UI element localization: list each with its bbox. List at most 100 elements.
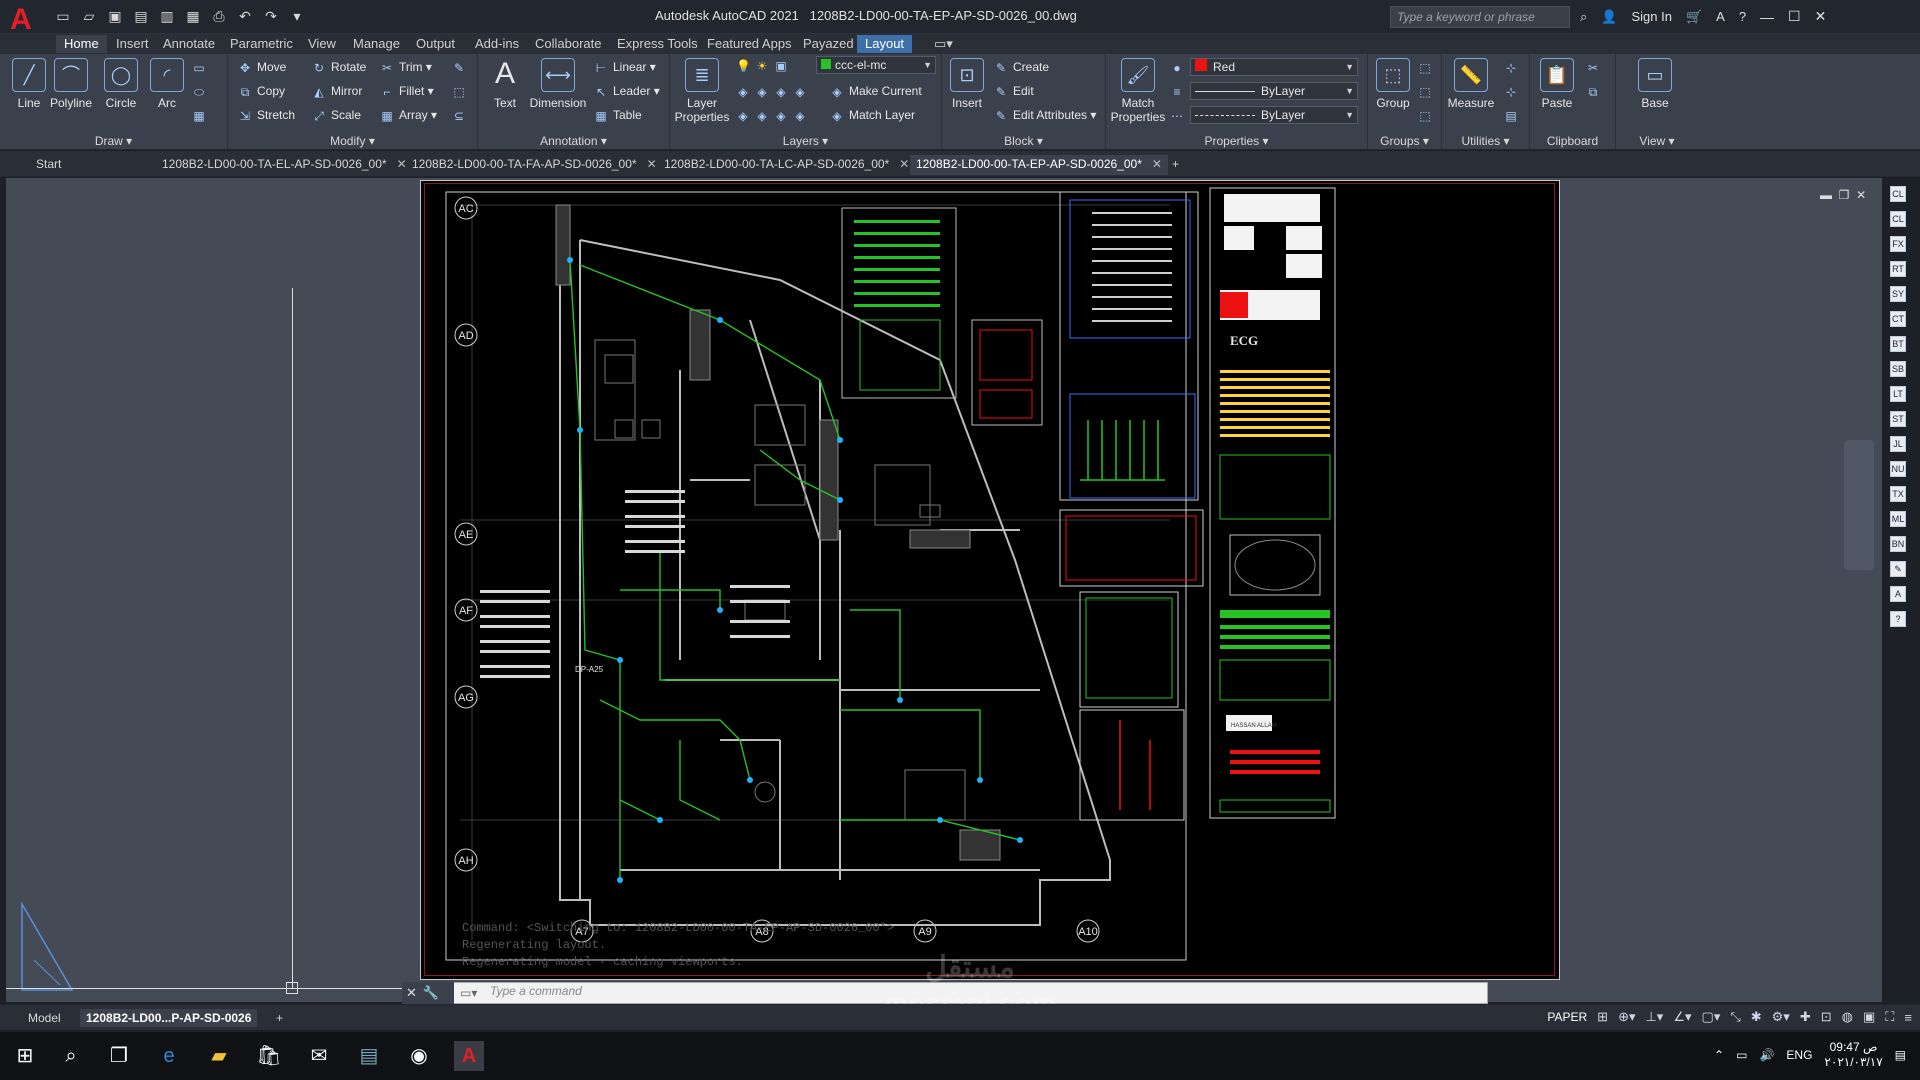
navigation-bar[interactable]	[1844, 440, 1874, 570]
cut-icon[interactable]: ✂	[1586, 58, 1605, 76]
tool-rt-icon[interactable]: RT	[1890, 261, 1906, 277]
close-tab-icon[interactable]: ✕	[1152, 157, 1162, 171]
snap-icon[interactable]: ⊕▾	[1618, 1009, 1635, 1025]
id-point-icon[interactable]: ⊹	[1504, 58, 1523, 76]
drawing-canvas[interactable]: AC AD AE AF AG AH A7 A8 A9 A10 DP-A25 EC…	[420, 180, 1560, 980]
text-button[interactable]: A Text	[482, 58, 528, 111]
close-button[interactable]: ✕	[1815, 8, 1827, 25]
tool-sy-icon[interactable]: SY	[1890, 286, 1906, 302]
tab-insert[interactable]: Insert	[108, 35, 157, 53]
erase-icon[interactable]: ✎	[452, 58, 471, 76]
scale-button[interactable]: ⤢ Scale	[312, 106, 361, 124]
command-prompt-icon[interactable]: ▭▾	[460, 986, 477, 1000]
tab-annotate[interactable]: Annotate	[155, 35, 223, 53]
units-icon[interactable]: ⊡	[1821, 1009, 1832, 1025]
annotation-scale-icon[interactable]: ⤡	[1730, 1009, 1740, 1025]
file-explorer-icon[interactable]: ▰	[204, 1041, 234, 1071]
search-icon[interactable]: ⌕	[1580, 9, 1587, 25]
tab-layout[interactable]: Layout	[857, 35, 913, 53]
grid-icon[interactable]: ⊞	[1597, 1009, 1608, 1025]
open-icon[interactable]: ▱	[81, 8, 97, 24]
layers-panel-label[interactable]: Layers ▾	[670, 134, 941, 148]
match-layer-button[interactable]: ◈ Match Layer	[830, 106, 915, 124]
edit-block-button[interactable]: ✎ Edit	[994, 82, 1034, 100]
edit-attributes-button[interactable]: ✎ Edit Attributes ▾	[994, 106, 1096, 124]
clipboard-panel-label[interactable]: Clipboard	[1530, 134, 1615, 148]
copy-clip-icon[interactable]: ⧉	[1586, 82, 1605, 100]
help-icon[interactable]: ?	[1739, 9, 1746, 24]
cart-icon[interactable]: 🛒	[1686, 9, 1702, 25]
paper-space-toggle[interactable]: PAPER	[1547, 1010, 1587, 1024]
windows-start-icon[interactable]: ⊞	[10, 1041, 40, 1071]
tool-cl2-icon[interactable]: CL	[1890, 211, 1906, 227]
file-tab-el[interactable]: 1208B2-LD00-00-TA-EL-AP-SD-0026_00* ✕	[156, 155, 413, 175]
customize-status-icon[interactable]: ≡	[1904, 1010, 1912, 1025]
viewport-minimize-icon[interactable]: ▬	[1820, 188, 1832, 202]
redo-icon[interactable]: ↷	[263, 8, 279, 24]
search-input[interactable]: Type a keyword or phrase	[1390, 6, 1570, 28]
group-button[interactable]: ⬚ Group	[1370, 58, 1416, 110]
leader-button[interactable]: ↖ Leader ▾	[594, 82, 660, 100]
modify-panel-label[interactable]: Modify ▾	[228, 134, 477, 148]
offset-icon[interactable]: ⊆	[452, 106, 471, 124]
task-view-icon[interactable]: ❐	[104, 1041, 134, 1071]
mirror-button[interactable]: ◭ Mirror	[312, 82, 362, 100]
volume-icon[interactable]: 🔊	[1759, 1048, 1774, 1062]
tool-cl-icon[interactable]: CL	[1890, 186, 1906, 202]
taskbar-search-icon[interactable]: ⌕	[56, 1041, 86, 1071]
copy-button[interactable]: ⧉ Copy	[238, 82, 285, 100]
sign-in-button[interactable]: Sign In	[1631, 9, 1671, 24]
table-button[interactable]: ▦ Table	[594, 106, 641, 124]
dimension-button[interactable]: ⟷ Dimension	[528, 58, 588, 110]
calculator-icon[interactable]: ▤	[1504, 106, 1523, 124]
new-icon[interactable]: ▭	[55, 8, 71, 24]
maximize-button[interactable]: ☐	[1788, 8, 1801, 25]
workspace-gear-icon[interactable]: ⚙▾	[1772, 1009, 1790, 1025]
language-indicator[interactable]: ENG	[1786, 1048, 1812, 1062]
tab-express-tools[interactable]: Express Tools	[609, 35, 706, 53]
tool-edit-icon[interactable]: ✎	[1890, 561, 1906, 577]
tab-payazed[interactable]: Payazed	[795, 35, 862, 53]
layer-state-icons[interactable]: 💡 ☀ ▣	[736, 56, 793, 74]
trim-button[interactable]: ✂ Trim ▾	[380, 58, 432, 76]
layer-tools-row1[interactable]: ◈ ◈ ◈ ◈	[736, 82, 812, 100]
tool-sb-icon[interactable]: SB	[1890, 361, 1906, 377]
viewport-restore-icon[interactable]: ❐	[1839, 188, 1850, 202]
measure-button[interactable]: 📏 Measure	[1446, 58, 1496, 110]
hatch-icon[interactable]: ▦	[192, 106, 211, 124]
file-tab-ep[interactable]: 1208B2-LD00-00-TA-EP-AP-SD-0026_00* ✕	[910, 155, 1168, 175]
close-tab-icon[interactable]: ✕	[647, 157, 657, 171]
model-tab[interactable]: Model	[22, 1009, 67, 1027]
edge-icon[interactable]: e	[154, 1041, 184, 1071]
mail-icon[interactable]: ✉	[304, 1041, 334, 1071]
quick-select-icon[interactable]: ⊹	[1504, 82, 1523, 100]
tool-help-icon[interactable]: ?	[1890, 611, 1906, 627]
annotation-visibility-icon[interactable]: ✱	[1751, 1009, 1762, 1025]
explode-icon[interactable]: ⬚	[452, 82, 471, 100]
fillet-button[interactable]: ⌐ Fillet ▾	[380, 82, 433, 100]
groups-panel-label[interactable]: Groups ▾	[1368, 134, 1441, 148]
tab-add-ins[interactable]: Add-ins	[467, 35, 527, 53]
ungroup-icon[interactable]: ⬚	[1418, 58, 1437, 76]
move-button[interactable]: ✥ Move	[238, 58, 286, 76]
close-tab-icon[interactable]: ✕	[899, 157, 909, 171]
undo-icon[interactable]: ↶	[237, 8, 253, 24]
base-view-button[interactable]: ▭ Base	[1632, 58, 1678, 110]
tab-manage[interactable]: Manage	[345, 35, 408, 53]
tool-st-icon[interactable]: ST	[1890, 411, 1906, 427]
viewport-close-icon[interactable]: ✕	[1856, 188, 1866, 202]
tool-jl-icon[interactable]: JL	[1890, 436, 1906, 452]
minimize-button[interactable]: —	[1760, 9, 1774, 25]
utilities-panel-label[interactable]: Utilities ▾	[1442, 134, 1529, 148]
draw-panel-label[interactable]: Draw ▾	[0, 134, 227, 148]
annotation-panel-label[interactable]: Annotation ▾	[478, 134, 669, 148]
array-button[interactable]: ▦ Array ▾	[380, 106, 437, 124]
crosshair-toggle-icon[interactable]: ✚	[1800, 1009, 1811, 1025]
insert-button[interactable]: ⊡ Insert	[944, 58, 990, 110]
ortho-icon[interactable]: ⊥▾	[1645, 1009, 1663, 1025]
file-tab-fa[interactable]: 1208B2-LD00-00-TA-FA-AP-SD-0026_00* ✕	[406, 155, 663, 175]
add-layout-button[interactable]: +	[270, 1009, 289, 1027]
tool-lt-icon[interactable]: LT	[1890, 386, 1906, 402]
ellipse-icon[interactable]: ⬭	[192, 82, 211, 100]
block-panel-label[interactable]: Block ▾	[942, 134, 1105, 148]
